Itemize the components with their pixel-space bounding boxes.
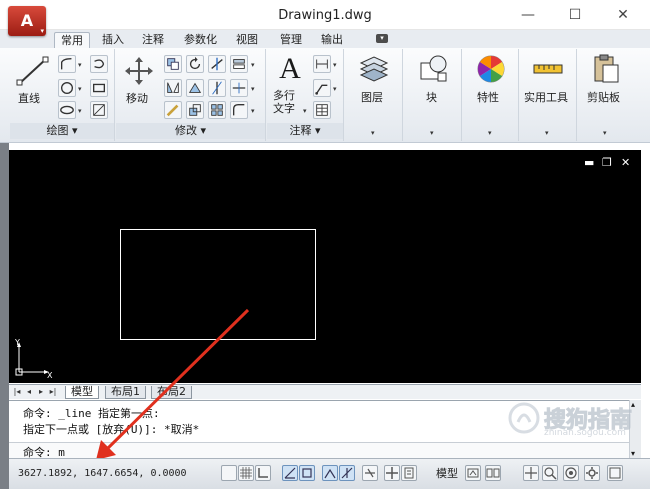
quick-view-drawings-icon <box>486 468 500 478</box>
quick-view-drawings-button[interactable] <box>485 465 501 481</box>
steering-wheel-button[interactable] <box>563 465 579 481</box>
app-menu-chevron-down-icon: ▾ <box>40 27 44 35</box>
autocad-logo-icon: A <box>20 11 34 30</box>
annotation-arrow <box>96 308 250 460</box>
workspace-button[interactable] <box>584 465 600 481</box>
dynamic-input-button[interactable] <box>384 465 400 481</box>
clean-screen-icon <box>609 467 621 479</box>
pan-button[interactable] <box>523 465 539 481</box>
zoom-icon <box>544 467 557 480</box>
ortho-icon <box>258 468 268 478</box>
grid-icon <box>240 467 252 479</box>
osnap-icon <box>302 468 312 478</box>
application-menu-button[interactable]: A ▾ <box>8 6 46 36</box>
polar-icon <box>284 467 296 479</box>
quick-view-layouts-icon <box>467 468 479 478</box>
clean-screen-button[interactable] <box>607 465 623 481</box>
steering-wheel-icon <box>565 467 577 479</box>
3d-osnap-icon <box>324 468 336 479</box>
lineweight-icon <box>404 467 414 479</box>
gear-icon <box>586 467 598 479</box>
ortho-button[interactable] <box>255 465 271 481</box>
grid-button[interactable] <box>238 465 254 481</box>
coordinate-readout: 3627.1892, 1647.6654, 0.0000 <box>18 468 187 479</box>
infer-constraints-button[interactable] <box>221 465 237 481</box>
ducs-icon <box>365 468 375 478</box>
pan-icon <box>525 467 537 479</box>
status-bar: 3627.1892, 1647.6654, 0.0000 模型 <box>9 458 650 489</box>
polar-button[interactable] <box>282 465 298 481</box>
3d-osnap-button[interactable] <box>322 465 338 481</box>
ducs-button[interactable] <box>362 465 378 481</box>
otrack-icon <box>341 467 353 479</box>
model-space-button[interactable]: 模型 <box>436 465 458 481</box>
osnap-button[interactable] <box>299 465 315 481</box>
dynamic-input-icon <box>386 467 398 479</box>
quick-view-layouts-button[interactable] <box>465 465 481 481</box>
zoom-button[interactable] <box>542 465 558 481</box>
lineweight-button[interactable] <box>401 465 417 481</box>
otrack-button[interactable] <box>339 465 355 481</box>
